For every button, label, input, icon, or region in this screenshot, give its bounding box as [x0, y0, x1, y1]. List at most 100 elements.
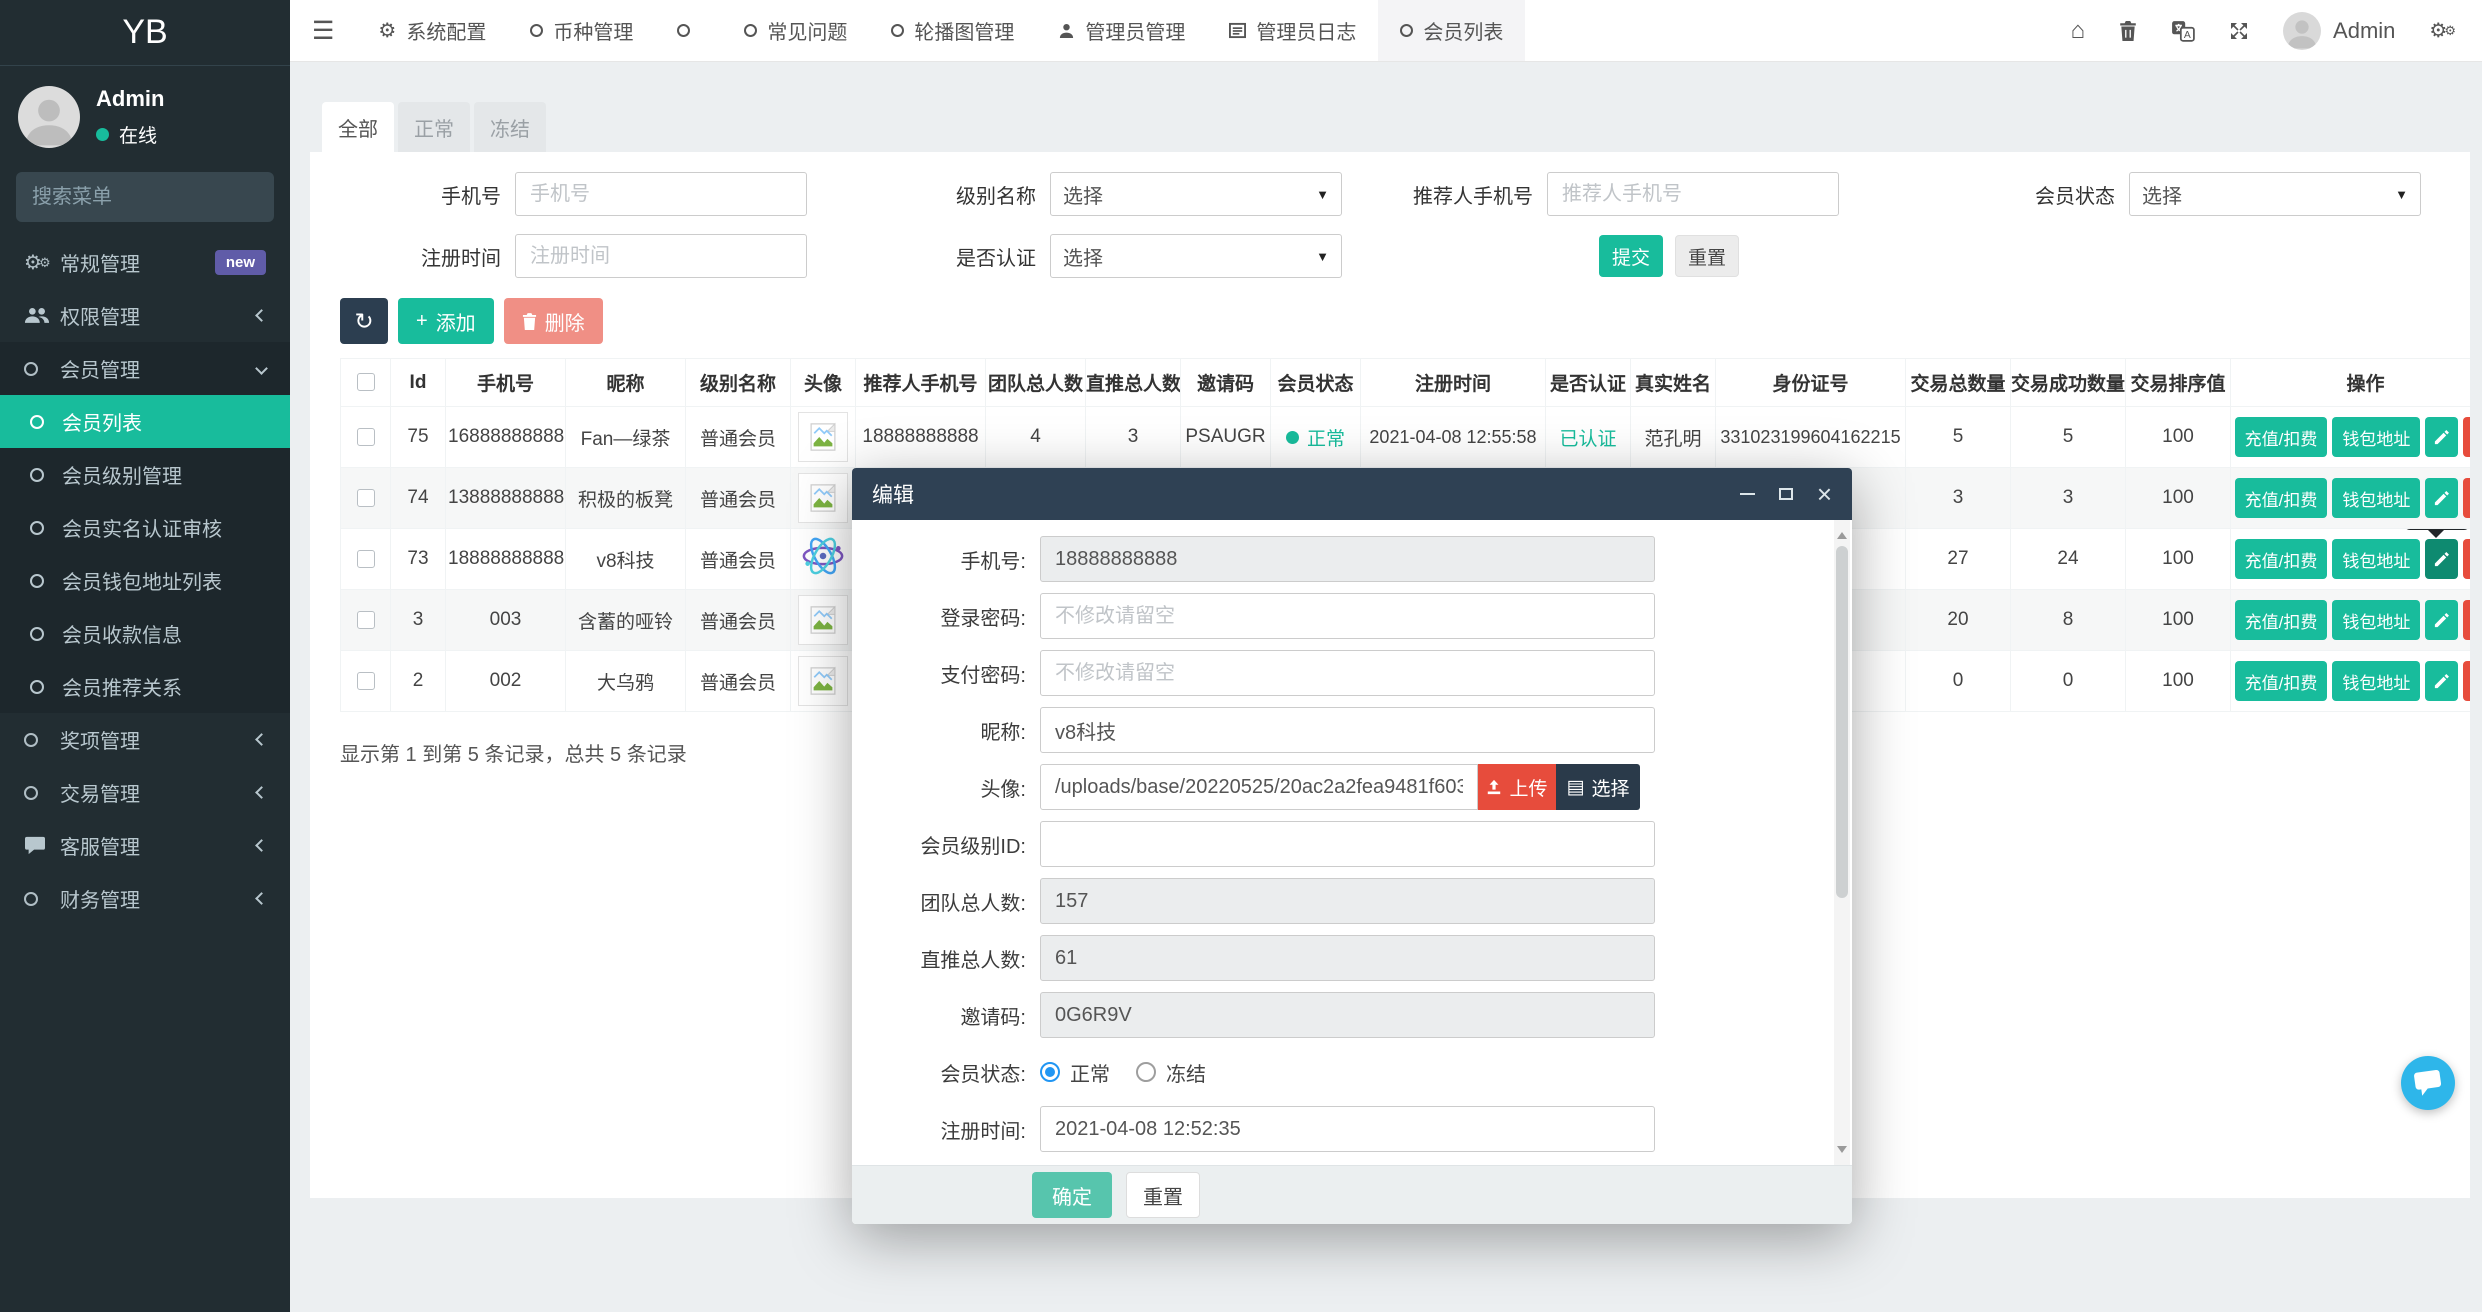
wallet-address-button[interactable]: 钱包地址 — [2332, 478, 2420, 518]
choose-button[interactable]: ▤ 选择 — [1556, 764, 1640, 810]
recharge-button[interactable]: 充值/扣费 — [2235, 600, 2328, 640]
column-header[interactable]: 团队总人数 — [986, 359, 1086, 407]
column-header[interactable]: 昵称 — [566, 359, 686, 407]
edit-button[interactable] — [2425, 478, 2458, 518]
submit-button[interactable]: 提交 — [1599, 235, 1663, 277]
tab-unnamed[interactable] — [655, 0, 722, 61]
radio-frozen[interactable]: 冻结 — [1136, 1058, 1206, 1087]
refresh-button[interactable]: ↻ — [340, 298, 388, 344]
scroll-down-icon[interactable] — [1837, 1146, 1847, 1158]
close-icon[interactable]: × — [1817, 481, 1832, 507]
modal-scrollbar[interactable] — [1834, 520, 1850, 1165]
column-header[interactable]: 交易成功数量 — [2011, 359, 2126, 407]
wallet-address-button[interactable]: 钱包地址 — [2332, 417, 2420, 457]
tab-member-list[interactable]: 会员列表 — [1378, 0, 1525, 61]
scroll-up-icon[interactable] — [1837, 527, 1847, 539]
wallet-address-button[interactable]: 钱包地址 — [2332, 539, 2420, 579]
modal-level-id-input[interactable] — [1040, 821, 1655, 867]
column-header[interactable]: 直推总人数 — [1086, 359, 1181, 407]
recharge-button[interactable]: 充值/扣费 — [2235, 661, 2328, 701]
reset-button[interactable]: 重置 — [1675, 235, 1739, 277]
edit-button[interactable] — [2425, 417, 2458, 457]
row-delete-button[interactable] — [2463, 417, 2470, 457]
row-delete-button[interactable] — [2463, 539, 2470, 579]
column-header[interactable]: Id — [391, 359, 446, 407]
modal-pay-password-input[interactable] — [1040, 650, 1655, 696]
select-all-checkbox[interactable] — [357, 373, 375, 391]
row-checkbox[interactable] — [357, 489, 375, 507]
scrollbar-thumb[interactable] — [1836, 546, 1848, 898]
column-header[interactable]: 手机号 — [446, 359, 566, 407]
verified-select[interactable]: 选择 ▼ — [1050, 234, 1342, 278]
tab-admin-log[interactable]: 管理员日志 — [1207, 0, 1378, 61]
column-header[interactable]: 注册时间 — [1361, 359, 1546, 407]
modal-login-password-input[interactable] — [1040, 593, 1655, 639]
tab-normal[interactable]: 正常 — [398, 102, 470, 152]
sidebar-item-trade[interactable]: 交易管理 — [0, 766, 290, 819]
tab-currency[interactable]: 币种管理 — [508, 0, 655, 61]
tab-system-config[interactable]: ⚙ 系统配置 — [356, 0, 508, 61]
trash-icon[interactable] — [2119, 21, 2137, 41]
row-delete-button[interactable] — [2463, 661, 2470, 701]
phone-input[interactable] — [515, 172, 807, 216]
sidebar-subitem[interactable]: 会员推荐关系 — [0, 660, 290, 713]
referrer-input[interactable] — [1547, 172, 1839, 216]
row-checkbox[interactable] — [357, 428, 375, 446]
translate-icon[interactable]: A — [2171, 20, 2195, 42]
hamburger-icon[interactable]: ☰ — [290, 16, 356, 46]
column-header[interactable]: 头像 — [791, 359, 856, 407]
sidebar-item-service[interactable]: 客服管理 — [0, 819, 290, 872]
row-checkbox[interactable] — [357, 672, 375, 690]
column-header[interactable]: 交易排序值 — [2126, 359, 2231, 407]
tab-frozen[interactable]: 冻结 — [474, 102, 546, 152]
recharge-button[interactable]: 充值/扣费 — [2235, 539, 2328, 579]
modal-header[interactable]: 编辑 × — [852, 468, 1852, 520]
sidebar-subitem[interactable]: 会员实名认证审核 — [0, 501, 290, 554]
chat-widget-button[interactable] — [2401, 1056, 2455, 1110]
modal-avatar-path-input[interactable] — [1040, 764, 1478, 810]
sidebar-item-permission[interactable]: 权限管理 — [0, 289, 290, 342]
column-header[interactable]: 推荐人手机号 — [856, 359, 986, 407]
tab-banner[interactable]: 轮播图管理 — [869, 0, 1036, 61]
tab-faq[interactable]: 常见问题 — [722, 0, 869, 61]
column-header[interactable]: 会员状态 — [1271, 359, 1361, 407]
column-header[interactable]: 级别名称 — [686, 359, 791, 407]
settings-gears-icon[interactable]: ⚙⚙ — [2429, 21, 2456, 41]
minimize-icon[interactable] — [1740, 493, 1755, 495]
upload-button[interactable]: 上传 — [1478, 764, 1556, 810]
wallet-address-button[interactable]: 钱包地址 — [2332, 661, 2420, 701]
sidebar-item-finance[interactable]: 财务管理 — [0, 872, 290, 925]
sidebar-subitem[interactable]: 会员列表 — [0, 395, 290, 448]
confirm-button[interactable]: 确定 — [1032, 1172, 1112, 1218]
recharge-button[interactable]: 充值/扣费 — [2235, 478, 2328, 518]
column-header[interactable]: 是否认证 — [1546, 359, 1631, 407]
sidebar-item-member[interactable]: 会员管理 — [0, 342, 290, 395]
row-delete-button[interactable] — [2463, 600, 2470, 640]
sidebar-item-award[interactable]: 奖项管理 — [0, 713, 290, 766]
row-delete-button[interactable] — [2463, 478, 2470, 518]
recharge-button[interactable]: 充值/扣费 — [2235, 417, 2328, 457]
tab-admin-manage[interactable]: 管理员管理 — [1036, 0, 1207, 61]
column-header[interactable]: 操作 — [2231, 359, 2471, 407]
regtime-input[interactable] — [515, 234, 807, 278]
column-header[interactable]: 邀请码 — [1181, 359, 1271, 407]
modal-reset-button[interactable]: 重置 — [1126, 1172, 1200, 1218]
member-status-select[interactable]: 选择 ▼ — [2129, 172, 2421, 216]
level-select[interactable]: 选择 ▼ — [1050, 172, 1342, 216]
radio-normal[interactable]: 正常 — [1040, 1058, 1110, 1087]
add-button[interactable]: +添加 — [398, 298, 494, 344]
sidebar-subitem[interactable]: 会员钱包地址列表 — [0, 554, 290, 607]
sidebar-item-general[interactable]: ⚙⚙ 常规管理 new — [0, 236, 290, 289]
modal-reg-time-input[interactable] — [1040, 1106, 1655, 1152]
row-checkbox[interactable] — [357, 611, 375, 629]
modal-nickname-input[interactable] — [1040, 707, 1655, 753]
edit-button[interactable] — [2425, 600, 2458, 640]
column-header[interactable]: 真实姓名 — [1631, 359, 1716, 407]
row-checkbox[interactable] — [357, 550, 375, 568]
column-header[interactable]: 身份证号 — [1716, 359, 1906, 407]
menu-search-input[interactable] — [32, 186, 297, 209]
column-header[interactable]: 交易总数量 — [1906, 359, 2011, 407]
topnav-user[interactable]: Admin — [2283, 12, 2395, 50]
app-logo[interactable]: YB — [0, 0, 290, 66]
fullscreen-icon[interactable] — [2229, 21, 2249, 41]
